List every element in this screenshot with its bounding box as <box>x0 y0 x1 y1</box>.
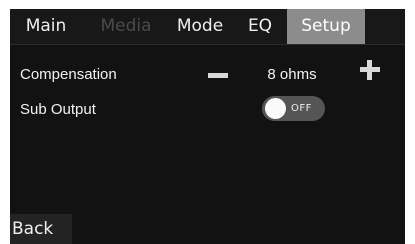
compensation-value: 8 ohms <box>267 66 317 83</box>
tab-mode[interactable]: Mode <box>170 9 230 44</box>
compensation-decrease-button[interactable] <box>206 65 230 85</box>
tab-main[interactable]: Main <box>14 9 78 44</box>
minus-icon <box>208 73 228 78</box>
device-screen: Main Media Mode EQ Setup Compensation 8 … <box>10 9 405 244</box>
back-button[interactable]: Back <box>10 214 72 244</box>
compensation-increase-button[interactable] <box>358 58 382 82</box>
tab-eq[interactable]: EQ <box>240 9 280 44</box>
toggle-state-text: OFF <box>291 103 312 114</box>
sub-output-toggle[interactable]: OFF <box>262 96 325 121</box>
sub-output-label: Sub Output <box>20 101 96 118</box>
tab-setup[interactable]: Setup <box>287 9 365 44</box>
tab-divider <box>10 44 405 45</box>
compensation-label: Compensation <box>20 66 117 83</box>
tab-media: Media <box>100 16 152 36</box>
toggle-knob <box>265 98 286 119</box>
tab-bar: Main Media Mode EQ Setup <box>10 9 405 44</box>
